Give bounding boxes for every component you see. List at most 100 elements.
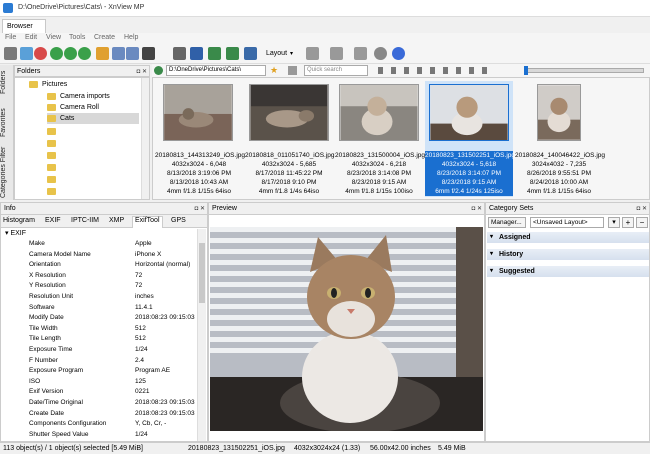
tree-item[interactable] <box>47 162 60 173</box>
metadata-row[interactable]: X Resolution 72 <box>1 271 197 280</box>
thumbnail-item[interactable]: 20180818_011051740_iOS.jpg 4032x3024 - 5,… <box>245 81 335 197</box>
section-history[interactable]: ▾ History <box>487 249 649 260</box>
up-folder-icon[interactable] <box>4 47 17 60</box>
scroll-thumb[interactable] <box>199 243 205 303</box>
menu-view[interactable]: View <box>46 34 61 41</box>
refresh-icon[interactable] <box>50 47 63 60</box>
menu-file[interactable]: File <box>5 34 16 41</box>
folder-tree[interactable]: Pictures Camera imports Camera Roll Cats <box>14 77 150 200</box>
move-icon[interactable] <box>126 47 139 60</box>
view-icon[interactable] <box>20 47 33 60</box>
tree-item-cats[interactable]: Cats <box>47 113 139 124</box>
metadata-row[interactable]: Components Configuration Y, Cb, Cr, - <box>1 419 197 428</box>
tree-item[interactable] <box>47 150 60 161</box>
copy-icon[interactable] <box>112 47 125 60</box>
pin-close-icon[interactable]: ◘ ✕ <box>637 205 647 212</box>
pin-close-icon[interactable]: ◘ ✕ <box>472 205 482 212</box>
tab-exiftool[interactable]: ExifTool <box>132 216 163 228</box>
metadata-row[interactable]: Tile Width 512 <box>1 324 197 333</box>
sort-icon[interactable] <box>330 47 343 60</box>
preview-header: Preview ◘ ✕ <box>209 203 484 215</box>
thumb-size-icon[interactable] <box>354 47 367 60</box>
tree-item-camera-imports[interactable]: Camera imports <box>47 91 110 102</box>
tree-item[interactable] <box>47 126 60 137</box>
convert-icon[interactable] <box>208 47 221 60</box>
metadata-row[interactable]: Camera Model Name iPhone X <box>1 250 197 259</box>
thumbnail-item[interactable]: 20180823_131500004_iOS.jpg 4032x3024 - 6,… <box>335 81 425 197</box>
metadata-row[interactable]: Date/Time Original 2018:08:23 09:15:03 <box>1 398 197 407</box>
metadata-row[interactable]: Exif Version 0221 <box>1 387 197 396</box>
metadata-row[interactable]: Y Resolution 72 <box>1 281 197 290</box>
metadata-row[interactable]: Exposure Program Program AE <box>1 366 197 375</box>
chevron-down-icon[interactable]: ▾ <box>290 50 293 57</box>
tab-gps[interactable]: GPS <box>171 217 186 224</box>
metadata-row[interactable]: Exposure Time 1/24 <box>1 345 197 354</box>
help-icon[interactable] <box>392 47 405 60</box>
quick-search-input[interactable]: Quick search <box>304 65 368 76</box>
metadata-row[interactable]: Tile Length 512 <box>1 334 197 343</box>
metadata-row[interactable]: Orientation Horizontal (normal) <box>1 260 197 269</box>
refresh-icon[interactable] <box>154 66 163 75</box>
tab-browser[interactable]: Browser <box>2 19 46 33</box>
section-suggested[interactable]: ▾ Suggested <box>487 266 649 277</box>
manager-button[interactable]: Manager... <box>488 217 526 228</box>
metadata-row[interactable]: F Number 2.4 <box>1 356 197 365</box>
metadata-row[interactable]: Create Date 2018:08:23 09:15:03 <box>1 409 197 418</box>
layout-button[interactable]: Layout <box>266 50 287 57</box>
layout-select[interactable]: <Unsaved Layout> <box>530 217 604 228</box>
vtab-folders[interactable]: Folders <box>0 69 14 95</box>
add-icon[interactable]: + <box>622 217 634 228</box>
metadata-value: 2018:08:23 09:15:03 <box>135 399 195 406</box>
metadata-row[interactable]: Shutter Speed Value 1/24 <box>1 430 197 439</box>
info-scrollbar[interactable] <box>197 229 206 441</box>
print-icon[interactable] <box>173 47 186 60</box>
tab-iptc[interactable]: IPTC-IIM <box>71 217 99 224</box>
thumbnail-item[interactable]: 20180813_144313249_iOS.jpg 4032x3024 - 6,… <box>155 81 245 197</box>
tree-item-pictures[interactable]: Pictures <box>29 79 67 90</box>
tab-xmp[interactable]: XMP <box>109 217 124 224</box>
metadata-row[interactable]: Make Apple <box>1 239 197 248</box>
metadata-row[interactable]: Software 11.4.1 <box>1 303 197 312</box>
tree-item-camera-roll[interactable]: Camera Roll <box>47 102 99 113</box>
tab-exif[interactable]: EXIF <box>45 217 61 224</box>
chevron-down-icon[interactable]: ▾ <box>608 217 620 228</box>
star-icon[interactable]: ★ <box>270 65 278 76</box>
web-icon[interactable] <box>244 47 257 60</box>
tree-item[interactable] <box>47 138 60 149</box>
tree-scrollbar[interactable] <box>141 78 149 199</box>
tab-histogram[interactable]: Histogram <box>3 217 35 224</box>
nav-icons[interactable] <box>378 67 488 74</box>
slider-handle[interactable] <box>524 66 528 75</box>
tree-item[interactable] <box>47 186 60 197</box>
edit-icon[interactable] <box>96 47 109 60</box>
pin-close-icon[interactable]: ◘ ✕ <box>137 68 147 75</box>
rotate-right-icon[interactable] <box>78 47 91 60</box>
path-input[interactable]: D:\OneDrive\Pictures\Cats\ <box>166 65 266 76</box>
thumbnail-item[interactable]: 20180824_140046422_iOS.jpg 3024x4032 - 7,… <box>515 81 605 197</box>
metadata-row[interactable]: Modify Date 2018:08:23 09:15:03 <box>1 313 197 322</box>
columns-icon[interactable] <box>306 47 319 60</box>
tree-item[interactable] <box>47 174 60 185</box>
slideshow-icon[interactable] <box>190 47 203 60</box>
rotate-left-icon[interactable] <box>64 47 77 60</box>
pin-close-icon[interactable]: ◘ ✕ <box>195 205 205 212</box>
menu-tools[interactable]: Tools <box>69 34 85 41</box>
section-assigned[interactable]: ▾ Assigned <box>487 232 649 243</box>
filter-icon[interactable] <box>288 66 297 75</box>
batch-icon[interactable] <box>226 47 239 60</box>
menu-edit[interactable]: Edit <box>25 34 37 41</box>
thumb-size-slider[interactable] <box>524 68 644 73</box>
vtab-favorites[interactable]: Favorites <box>0 105 14 141</box>
remove-icon[interactable]: − <box>636 217 648 228</box>
metadata-value: 1/24 <box>135 346 148 353</box>
exif-group[interactable]: ▾ EXIF <box>5 229 26 237</box>
binoculars-icon[interactable] <box>142 47 155 60</box>
stop-icon[interactable] <box>34 47 47 60</box>
metadata-row[interactable]: Resolution Unit inches <box>1 292 197 301</box>
gear-icon[interactable] <box>374 47 387 60</box>
menu-help[interactable]: Help <box>124 34 138 41</box>
thumbnail-item-selected[interactable]: 20180823_131502251_iOS.jpg 4032x3024 - 5,… <box>425 81 515 197</box>
menu-create[interactable]: Create <box>94 34 115 41</box>
metadata-row[interactable]: ISO 125 <box>1 377 197 386</box>
vtab-categories-filter[interactable]: Categories Filter <box>0 145 14 199</box>
